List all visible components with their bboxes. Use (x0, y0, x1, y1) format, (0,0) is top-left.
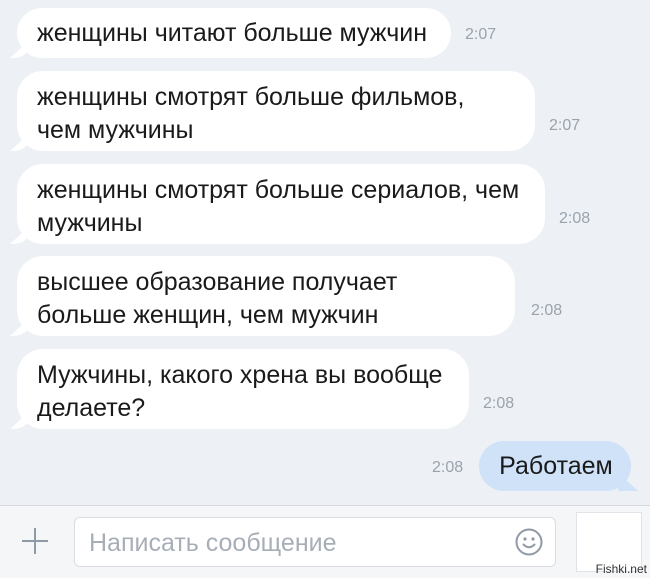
message-bubble[interactable]: Мужчины, какого хрена вы вообще делаете? (17, 349, 469, 429)
message-bubble[interactable]: женщины смотрят больше сериалов, чем муж… (17, 164, 545, 244)
emoji-icon[interactable] (515, 528, 543, 556)
watermark: Fishki.net (595, 562, 647, 576)
message-incoming: женщины читают больше мужчин 2:07 (17, 8, 496, 58)
message-time: 2:08 (531, 302, 563, 319)
message-text: Мужчины, какого хрена вы вообще делаете? (37, 361, 443, 422)
message-time: 2:07 (465, 26, 497, 43)
message-text: Работаем (499, 452, 613, 480)
message-outgoing: 2:08 Работаем (432, 441, 632, 491)
message-time: 2:08 (432, 459, 464, 476)
message-incoming: высшее образование получает больше женщи… (17, 256, 562, 336)
chat-area: женщины читают больше мужчин 2:07 женщин… (0, 0, 650, 505)
message-bubble[interactable]: Работаем (479, 441, 632, 491)
message-bubble[interactable]: женщины смотрят больше фильмов, чем мужч… (17, 71, 535, 151)
message-composer (0, 505, 650, 578)
attach-plus-icon[interactable] (18, 524, 52, 558)
message-bubble[interactable]: женщины читают больше мужчин (17, 8, 451, 58)
message-time: 2:08 (483, 395, 515, 412)
message-text: высшее образование получает больше женщи… (37, 268, 398, 329)
message-bubble[interactable]: высшее образование получает больше женщи… (17, 256, 515, 336)
message-time: 2:07 (549, 117, 581, 134)
message-text: женщины читают больше мужчин (37, 19, 428, 47)
message-text: женщины смотрят больше фильмов, чем мужч… (37, 83, 465, 144)
message-input[interactable] (87, 526, 501, 560)
message-incoming: Мужчины, какого хрена вы вообще делаете?… (17, 349, 514, 429)
message-incoming: женщины смотрят больше сериалов, чем муж… (17, 164, 590, 244)
message-text: женщины смотрят больше сериалов, чем муж… (37, 176, 520, 237)
message-time: 2:08 (559, 210, 591, 227)
message-incoming: женщины смотрят больше фильмов, чем мужч… (17, 71, 580, 151)
message-input-box[interactable] (74, 517, 556, 567)
